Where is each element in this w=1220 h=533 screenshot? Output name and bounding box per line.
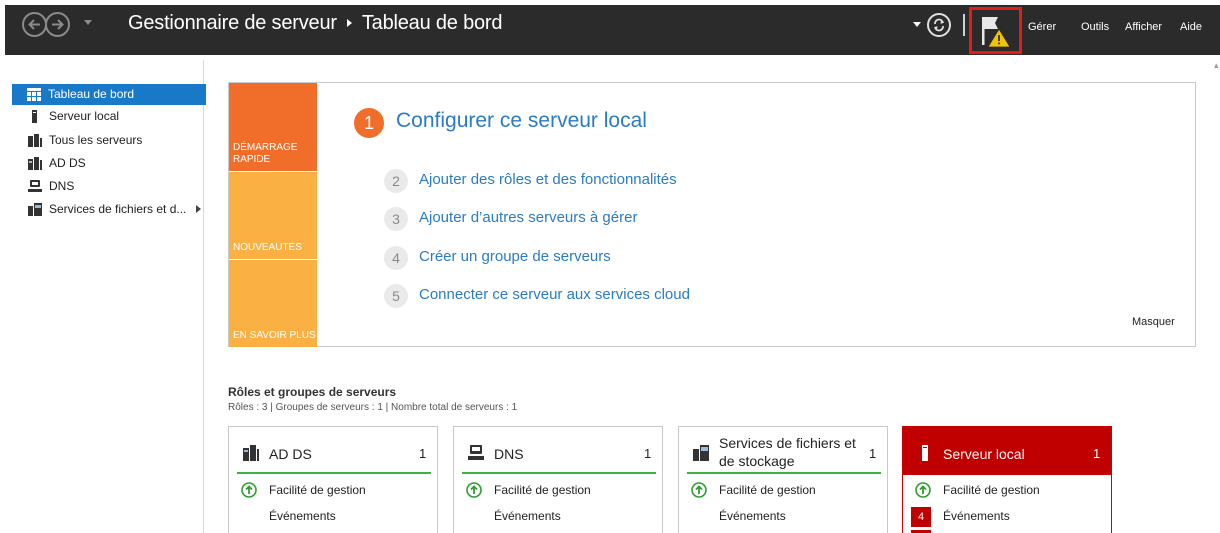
tile-quick-start[interactable]: DÉMARRAGE RAPIDE bbox=[229, 83, 317, 171]
step-connect-cloud-link[interactable]: Connecter ce serveur aux services cloud bbox=[419, 286, 690, 303]
history-dropdown-icon[interactable] bbox=[84, 20, 92, 25]
up-arrow-ok-icon bbox=[241, 482, 257, 498]
file-services-icon bbox=[693, 445, 709, 461]
role-card-dns[interactable]: DNS 1 Facilité de gestion Événements bbox=[453, 426, 663, 533]
step-number-badge: 2 bbox=[384, 169, 408, 193]
menu-manage[interactable]: Gérer bbox=[1028, 21, 1056, 33]
up-arrow-ok-icon bbox=[466, 482, 482, 498]
server-icon bbox=[922, 445, 928, 461]
ad-ds-icon bbox=[243, 445, 259, 461]
roles-summary: Rôles : 3 | Groupes de serveurs : 1 | No… bbox=[228, 402, 518, 413]
manageability-label: Facilité de gestion bbox=[494, 483, 591, 497]
up-arrow-ok-icon bbox=[915, 482, 931, 498]
refresh-button[interactable] bbox=[927, 13, 951, 37]
refresh-icon bbox=[934, 18, 944, 32]
sidebar-item-all-servers[interactable]: Tous les serveurs bbox=[13, 130, 203, 151]
role-card-count: 1 bbox=[419, 446, 427, 461]
up-arrow-ok-icon bbox=[691, 482, 707, 498]
servers-icon bbox=[28, 134, 42, 147]
role-card-title-line1: Services de fichiers et bbox=[719, 435, 856, 451]
server-icon bbox=[32, 110, 37, 123]
sidebar-item-label: Serveur local bbox=[49, 109, 120, 123]
scroll-up-icon[interactable]: ▴ bbox=[1214, 60, 1219, 71]
events-row[interactable]: Événements bbox=[494, 509, 561, 523]
events-count-badge: 4 bbox=[911, 507, 931, 527]
notification-flag-warning-icon bbox=[982, 17, 1011, 48]
role-card-title: DNS bbox=[494, 446, 524, 462]
status-ok-underline bbox=[237, 472, 431, 474]
toolbar-divider bbox=[963, 14, 965, 36]
file-services-icon bbox=[28, 203, 42, 216]
quick-start-panel: DÉMARRAGE RAPIDE NOUVEAUTÉS EN SAVOIR PL… bbox=[228, 82, 1196, 347]
hide-quick-start-link[interactable]: Masquer bbox=[1132, 316, 1175, 328]
events-row[interactable]: Événements bbox=[943, 509, 1010, 523]
sidebar-item-label: Tous les serveurs bbox=[49, 133, 143, 147]
tile-learn-more[interactable]: EN SAVOIR PLUS bbox=[229, 260, 317, 347]
tile-label: NOUVEAUTÉS bbox=[233, 242, 302, 253]
menu-tools[interactable]: Outils bbox=[1081, 21, 1109, 33]
step-number-badge: 1 bbox=[354, 108, 384, 138]
forward-button[interactable] bbox=[45, 12, 70, 37]
role-card-file-storage-services[interactable]: Services de fichiers et de stockage 1 Fa… bbox=[678, 426, 888, 533]
sidebar-item-label: DNS bbox=[49, 179, 75, 193]
sidebar-item-local-server[interactable]: Serveur local bbox=[13, 106, 203, 127]
status-ok-underline bbox=[687, 472, 881, 474]
header: Gestionnaire de serveur Tableau de bord G… bbox=[0, 0, 1220, 60]
role-card-title: Services de fichiers et de stockage bbox=[719, 434, 856, 470]
sidebar-item-label: AD DS bbox=[49, 156, 86, 170]
sidebar-item-dashboard[interactable]: Tableau de bord bbox=[12, 84, 206, 105]
sidebar-item-file-services[interactable]: Services de fichiers et d... bbox=[13, 199, 203, 220]
step-add-servers-link[interactable]: Ajouter d’autres serveurs à gérer bbox=[419, 209, 637, 226]
sidebar-item-dns[interactable]: DNS bbox=[13, 176, 203, 197]
tile-label: EN SAVOIR PLUS bbox=[233, 330, 316, 341]
step-add-roles-link[interactable]: Ajouter des rôles et des fonctionnalités bbox=[419, 171, 677, 188]
manageability-label: Facilité de gestion bbox=[719, 483, 816, 497]
role-card-count: 1 bbox=[869, 446, 877, 461]
roles-section-title: Rôles et groupes de serveurs bbox=[228, 385, 397, 399]
step-number-badge: 4 bbox=[384, 246, 408, 270]
app-title: Gestionnaire de serveur bbox=[128, 12, 337, 34]
menu-help[interactable]: Aide bbox=[1180, 21, 1202, 33]
step-configure-local-server-link[interactable]: Configurer ce serveur local bbox=[396, 109, 647, 133]
dns-icon bbox=[28, 180, 42, 192]
role-card-count: 1 bbox=[1093, 446, 1101, 461]
events-row[interactable]: Événements bbox=[269, 509, 336, 523]
status-ok-underline bbox=[462, 472, 656, 474]
header-dropdown-icon[interactable] bbox=[913, 22, 921, 27]
breadcrumb-separator-icon bbox=[346, 18, 352, 27]
role-card-title: AD DS bbox=[269, 446, 312, 462]
manageability-label: Facilité de gestion bbox=[269, 483, 366, 497]
role-card-title: Serveur local bbox=[943, 446, 1025, 462]
sidebar-item-label: Services de fichiers et d... bbox=[49, 202, 187, 216]
menu-view[interactable]: Afficher bbox=[1125, 21, 1162, 33]
dashboard-icon bbox=[27, 88, 41, 101]
tile-label: DÉMARRAGE RAPIDE bbox=[233, 142, 298, 165]
back-arrow-icon bbox=[28, 19, 40, 30]
step-number-badge: 5 bbox=[384, 284, 408, 308]
events-row[interactable]: Événements bbox=[719, 509, 786, 523]
tile-whats-new[interactable]: NOUVEAUTÉS bbox=[229, 172, 317, 259]
ad-ds-icon bbox=[28, 157, 42, 170]
dns-icon bbox=[468, 445, 484, 460]
sidebar-item-label: Tableau de bord bbox=[48, 87, 135, 101]
role-card-count: 1 bbox=[644, 446, 652, 461]
sidebar-item-ad-ds[interactable]: AD DS bbox=[13, 153, 203, 174]
notifications-button[interactable] bbox=[969, 7, 1022, 54]
sidebar: Tableau de bord Serveur local Tous les s… bbox=[5, 60, 206, 533]
manageability-label: Facilité de gestion bbox=[943, 483, 1040, 497]
breadcrumb-current: Tableau de bord bbox=[361, 12, 503, 34]
role-card-title-line2: de stockage bbox=[719, 453, 795, 469]
role-card-local-server[interactable]: Serveur local 1 Facilité de gestion 4 Év… bbox=[902, 426, 1112, 533]
back-button[interactable] bbox=[22, 12, 47, 37]
page-title: Gestionnaire de serveur Tableau de bord bbox=[128, 12, 503, 35]
step-create-server-group-link[interactable]: Créer un groupe de serveurs bbox=[419, 248, 611, 265]
step-number-badge: 3 bbox=[384, 207, 408, 231]
role-card-ad-ds[interactable]: AD DS 1 Facilité de gestion Événements bbox=[228, 426, 438, 533]
expand-arrow-icon[interactable] bbox=[196, 205, 201, 213]
forward-arrow-icon bbox=[52, 19, 64, 30]
